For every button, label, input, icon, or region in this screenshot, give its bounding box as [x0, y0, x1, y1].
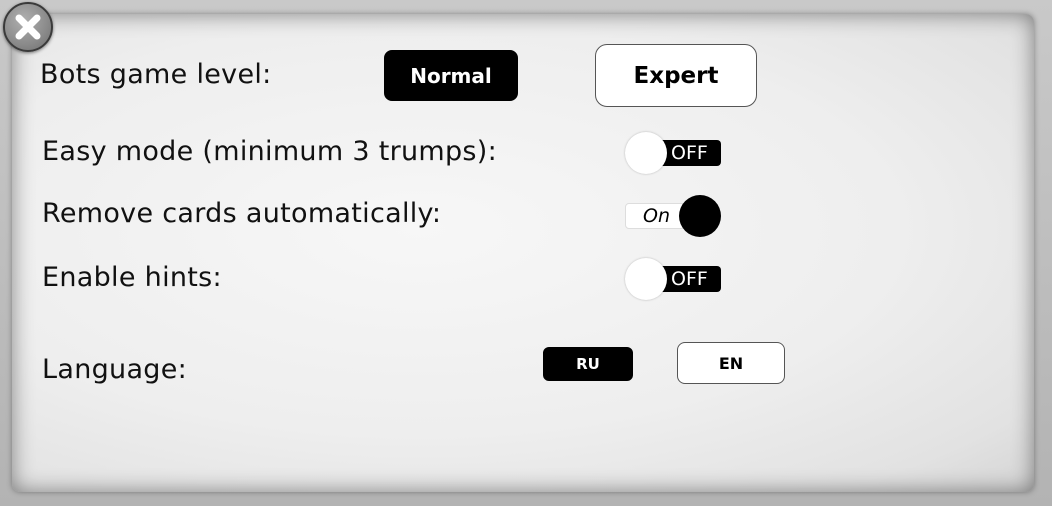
- toggle-state-text: OFF: [671, 142, 708, 164]
- easy-mode-toggle[interactable]: OFF: [625, 132, 721, 174]
- hints-toggle[interactable]: OFF: [625, 258, 721, 300]
- close-icon: [15, 14, 41, 40]
- toggle-state-text: On: [643, 205, 670, 227]
- toggle-knob: [679, 195, 721, 237]
- remove-cards-label: Remove cards automatically:: [42, 198, 442, 229]
- easy-mode-label: Easy mode (minimum 3 trumps):: [42, 136, 498, 167]
- toggle-state-text: OFF: [671, 268, 708, 290]
- remove-cards-toggle[interactable]: On: [625, 195, 721, 237]
- language-label: Language:: [42, 354, 188, 385]
- settings-window-frame: Bots game level: Normal Expert Easy mode…: [0, 0, 1052, 506]
- language-ru-button[interactable]: RU: [543, 347, 633, 381]
- hints-label: Enable hints:: [42, 262, 222, 293]
- level-expert-button[interactable]: Expert: [595, 44, 757, 107]
- toggle-knob: [625, 132, 667, 174]
- bots-level-label: Bots game level:: [40, 59, 272, 90]
- toggle-knob: [625, 258, 667, 300]
- close-button[interactable]: [3, 2, 53, 52]
- language-en-button[interactable]: EN: [677, 342, 785, 384]
- level-normal-button[interactable]: Normal: [384, 50, 518, 101]
